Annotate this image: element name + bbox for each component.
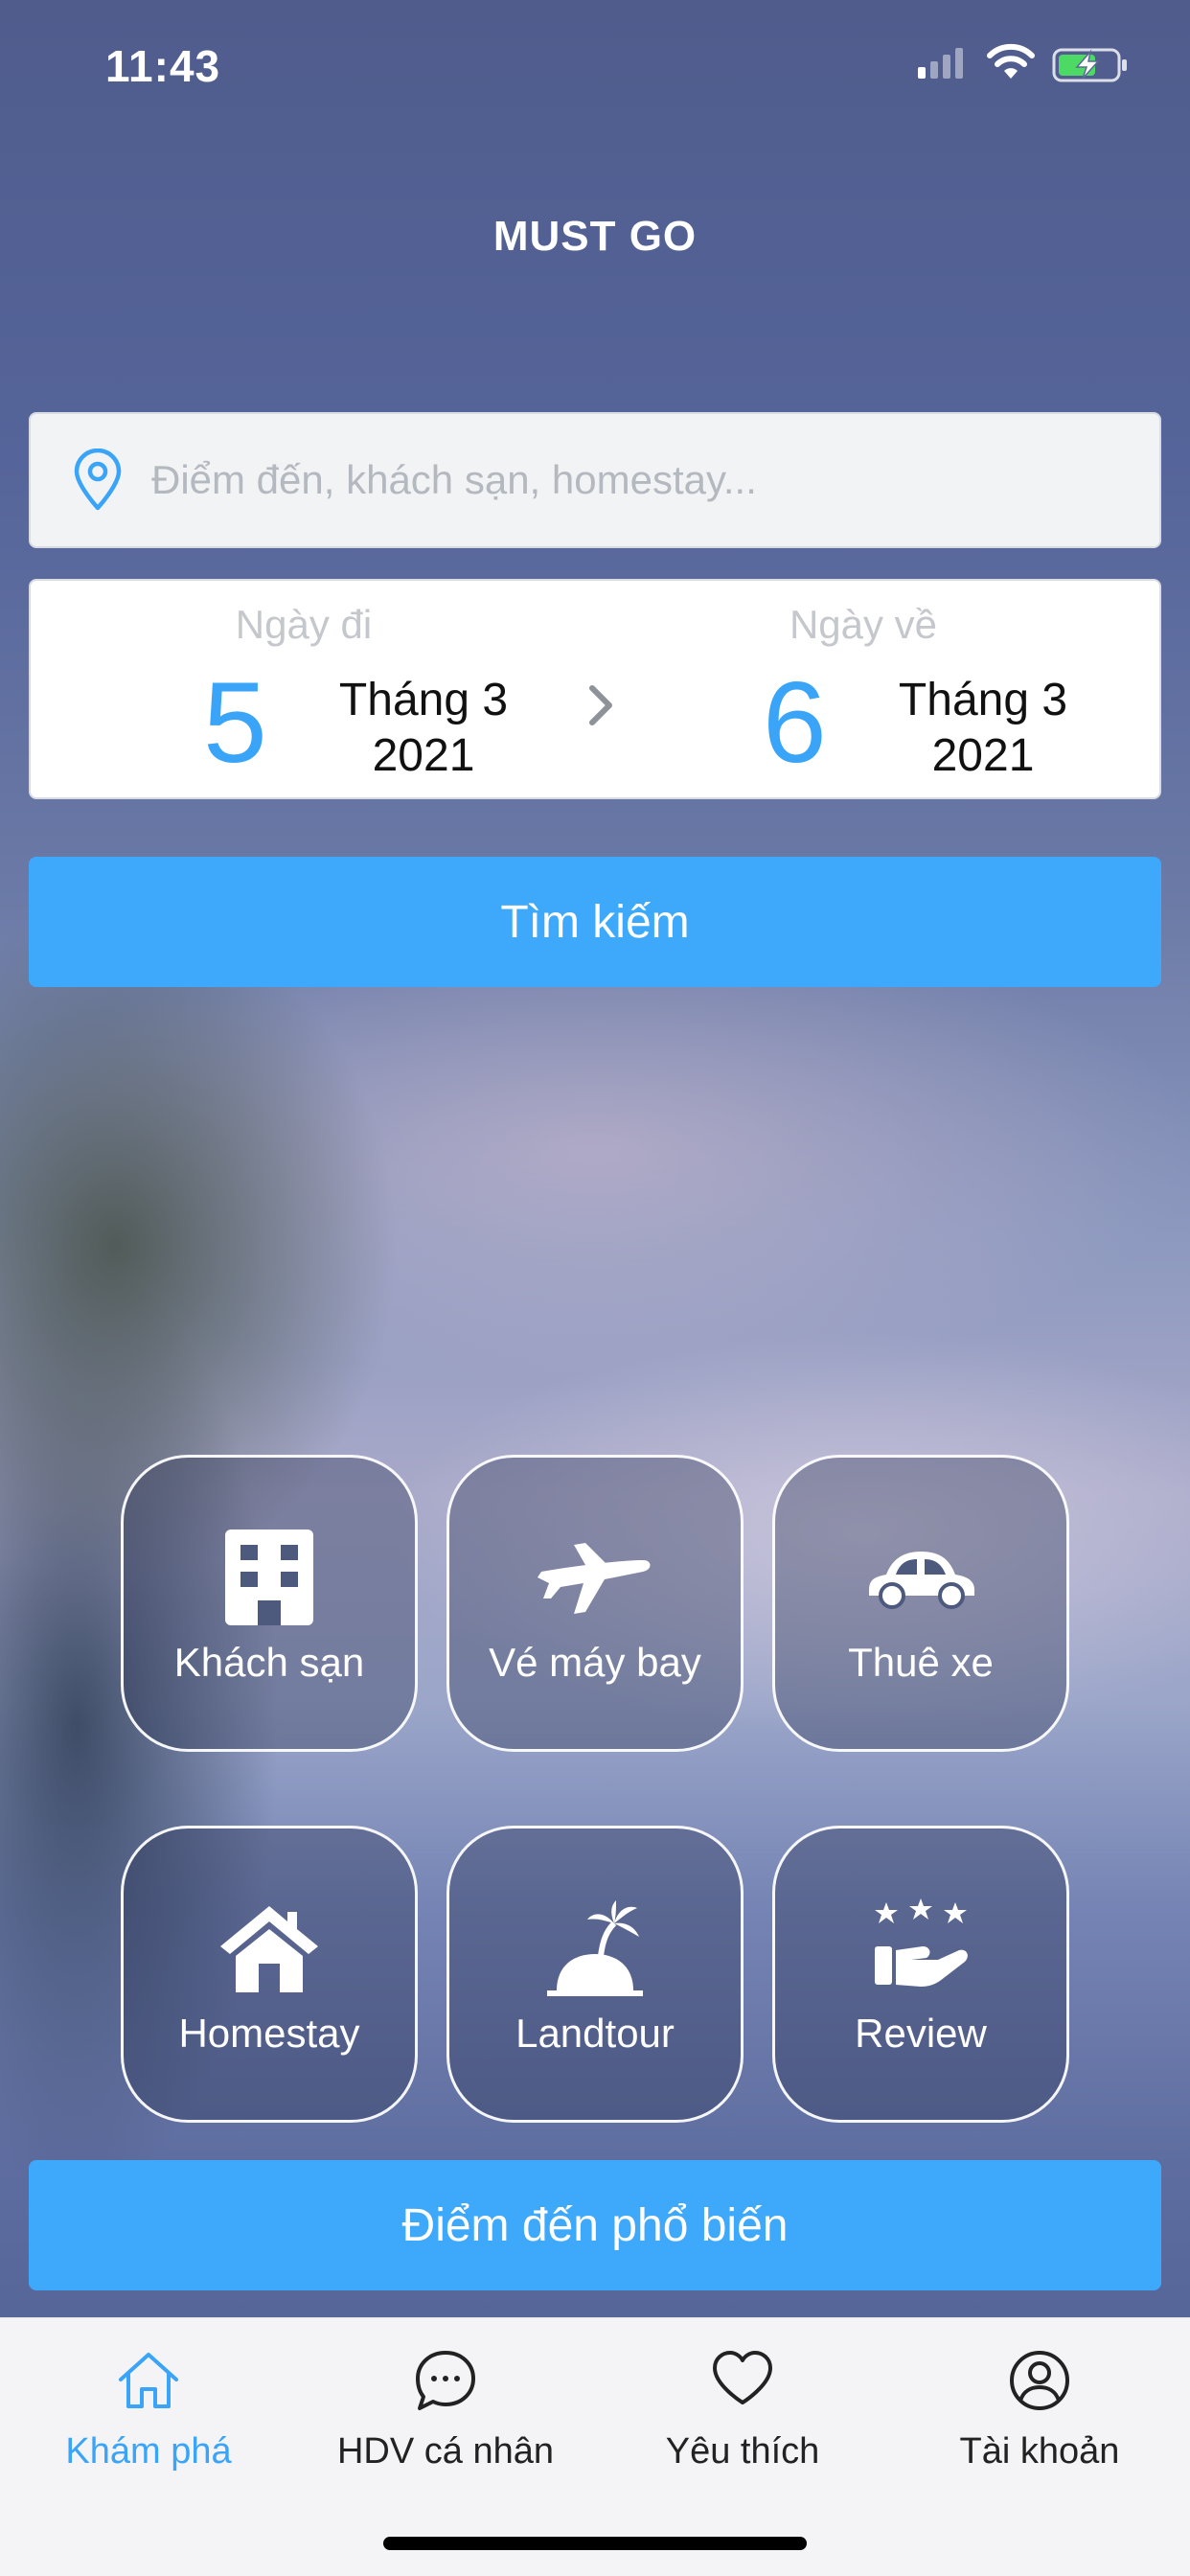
stars-hand-icon [775, 1896, 1066, 2001]
building-icon [124, 1525, 415, 1630]
category-label: Homestay [178, 2011, 360, 2056]
status-time: 11:43 [105, 41, 221, 91]
category-homestay[interactable]: Homestay [121, 1826, 418, 2123]
location-pin-icon [74, 448, 122, 511]
return-month-year: Tháng 3 2021 [868, 673, 1098, 784]
airplane-icon [449, 1525, 741, 1630]
tab-explore[interactable]: Khám phá [0, 2318, 297, 2510]
category-hotel[interactable]: Khách sạn [121, 1455, 418, 1752]
island-icon [449, 1896, 741, 2001]
heart-icon [594, 2347, 891, 2424]
category-label: Vé máy bay [489, 1640, 701, 1685]
return-day: 6 [763, 658, 827, 787]
user-circle-icon [891, 2347, 1188, 2424]
status-bar: 11:43 [0, 0, 1190, 134]
tab-bar: Khám phá HDV cá nhân Yêu thích Tài khoản [0, 2317, 1190, 2576]
popular-destinations-button[interactable]: Điểm đến phổ biến [29, 2160, 1161, 2290]
category-flight[interactable]: Vé máy bay [446, 1455, 744, 1752]
tab-account[interactable]: Tài khoản [891, 2318, 1188, 2510]
tab-personal-guide[interactable]: HDV cá nhân [297, 2318, 594, 2510]
category-label: Review [855, 2011, 987, 2056]
tab-label: Khám phá [65, 2431, 232, 2472]
category-label: Thuê xe [848, 1640, 994, 1685]
search-input[interactable] [151, 457, 1071, 503]
app-title: MUST GO [492, 213, 698, 260]
return-date-label: Ngày về [789, 602, 938, 647]
depart-month-year: Tháng 3 2021 [309, 673, 538, 784]
tab-label: Tài khoản [959, 2431, 1120, 2472]
battery-charging-icon [1052, 48, 1127, 82]
house-icon [124, 1896, 415, 2001]
depart-month: Tháng 3 [338, 675, 509, 725]
tab-label: Yêu thích [665, 2431, 820, 2472]
car-icon [775, 1525, 1066, 1630]
home-icon [0, 2347, 297, 2424]
return-date[interactable]: Ngày về 6 Tháng 3 2021 [648, 581, 1127, 801]
category-label: Landtour [515, 2011, 675, 2056]
search-field[interactable] [29, 412, 1161, 548]
category-label: Khách sạn [173, 1640, 365, 1685]
return-year: 2021 [931, 730, 1035, 781]
home-indicator [383, 2537, 807, 2550]
wifi-icon [987, 43, 1035, 79]
chat-bubble-icon [297, 2347, 594, 2424]
search-button[interactable]: Tìm kiếm [29, 857, 1161, 987]
chevron-right-icon [589, 685, 612, 725]
depart-date[interactable]: Ngày đi 5 Tháng 3 2021 [88, 581, 567, 801]
tab-label: HDV cá nhân [336, 2431, 554, 2472]
category-landtour[interactable]: Landtour [446, 1826, 744, 2123]
depart-date-label: Ngày đi [235, 602, 373, 647]
depart-day: 5 [203, 658, 267, 787]
cellular-signal-icon [918, 48, 963, 79]
category-car-rental[interactable]: Thuê xe [772, 1455, 1069, 1752]
category-review[interactable]: Review [772, 1826, 1069, 2123]
date-range-selector: Ngày đi 5 Tháng 3 2021 Ngày về 6 Tháng 3… [29, 579, 1161, 799]
tab-favorites[interactable]: Yêu thích [594, 2318, 891, 2510]
return-month: Tháng 3 [898, 675, 1068, 725]
depart-year: 2021 [372, 730, 475, 781]
